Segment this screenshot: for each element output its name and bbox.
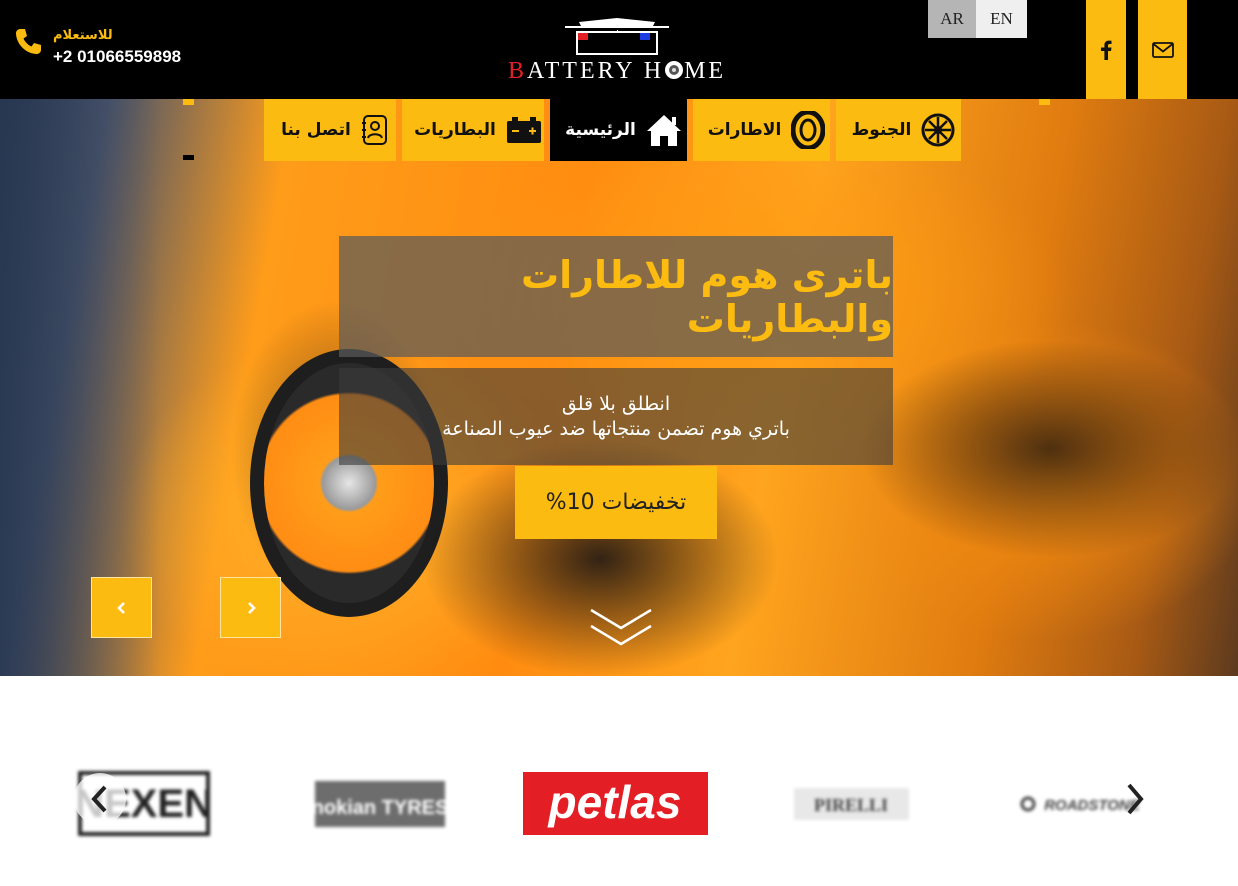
slider-next-button[interactable] <box>220 577 281 638</box>
brand-logo-nokian[interactable]: nokian TYRES <box>314 771 446 836</box>
rim-icon <box>921 113 955 147</box>
nav-item-label: الجنوط <box>851 120 912 140</box>
scroll-down-icon[interactable] <box>585 600 657 650</box>
hero-subtitle-line: باتري هوم تضمن منتجاتها ضد عيوب الصناعة <box>442 417 790 440</box>
brand-logo-pirelli[interactable]: PIRELLI <box>794 771 909 836</box>
battery-home-logo[interactable]: BATTERY H ME <box>497 16 737 86</box>
envelope-icon <box>1151 41 1174 58</box>
facebook-button[interactable] <box>1086 0 1126 99</box>
nav-item-contact[interactable]: اتصل بنا <box>264 99 396 161</box>
brands-next-button[interactable] <box>1112 776 1158 822</box>
decor-square <box>183 155 194 160</box>
nav-item-home[interactable]: الرئيسية <box>550 99 687 161</box>
home-icon <box>646 115 681 146</box>
logo-tyre-icon <box>665 61 684 79</box>
logo-text: BATTERY H ME <box>507 58 727 84</box>
decor-square <box>183 99 194 105</box>
email-button[interactable] <box>1138 0 1187 99</box>
phone-label: للاستعلام <box>53 28 113 43</box>
svg-text:nokian TYRES: nokian TYRES <box>314 797 446 819</box>
phone-contact[interactable]: للاستعلام +2 01066559898 <box>12 26 181 76</box>
language-ar-button[interactable]: AR <box>928 0 976 38</box>
svg-text:PIRELLI: PIRELLI <box>814 795 888 815</box>
top-bar: للاستعلام +2 01066559898 BATTERY H ME AR … <box>0 0 1238 99</box>
brands-prev-button[interactable] <box>74 773 126 825</box>
tyre-icon <box>791 111 826 149</box>
hero-subtitle-box: انطلق بلا قلق باتري هوم تضمن منتجاتها ضد… <box>339 368 893 465</box>
hero-title-box: باترى هوم للاطارات والبطاريات <box>339 236 893 357</box>
nav-item-label: البطاريات <box>414 120 496 140</box>
chevron-right-icon <box>247 601 256 614</box>
brands-carousel: NEXEN nokian TYRES petlas PIRELLI ROADST… <box>0 676 1238 886</box>
nav-item-label: الرئيسية <box>565 120 636 140</box>
chevron-left-icon <box>116 601 125 614</box>
decor-square <box>1039 99 1050 105</box>
phone-icon <box>16 29 41 54</box>
facebook-icon <box>1101 40 1112 60</box>
battery-icon <box>506 117 541 143</box>
nav-item-rims[interactable]: الجنوط <box>836 99 961 161</box>
logo-emblem <box>565 18 669 55</box>
hero-title: باترى هوم للاطارات والبطاريات <box>520 252 893 341</box>
nav-item-label: اتصل بنا <box>281 120 351 140</box>
discount-button[interactable]: تخفيضات 10% <box>515 466 717 539</box>
nav-item-tyres[interactable]: الاطارات <box>693 99 830 161</box>
phone-number[interactable]: +2 01066559898 <box>53 46 181 68</box>
chevron-left-icon <box>91 785 107 813</box>
chevron-right-icon <box>1127 783 1144 815</box>
language-en-button[interactable]: EN <box>976 0 1027 38</box>
slider-prev-button[interactable] <box>91 577 152 638</box>
svg-text:petlas: petlas <box>547 776 682 828</box>
nav-item-label: الاطارات <box>707 120 782 140</box>
brand-logo-petlas[interactable]: petlas <box>523 771 708 836</box>
hero-subtitle-line: انطلق بلا قلق <box>561 392 671 415</box>
nav-item-batteries[interactable]: البطاريات <box>402 99 544 161</box>
contact-book-icon <box>361 115 387 145</box>
